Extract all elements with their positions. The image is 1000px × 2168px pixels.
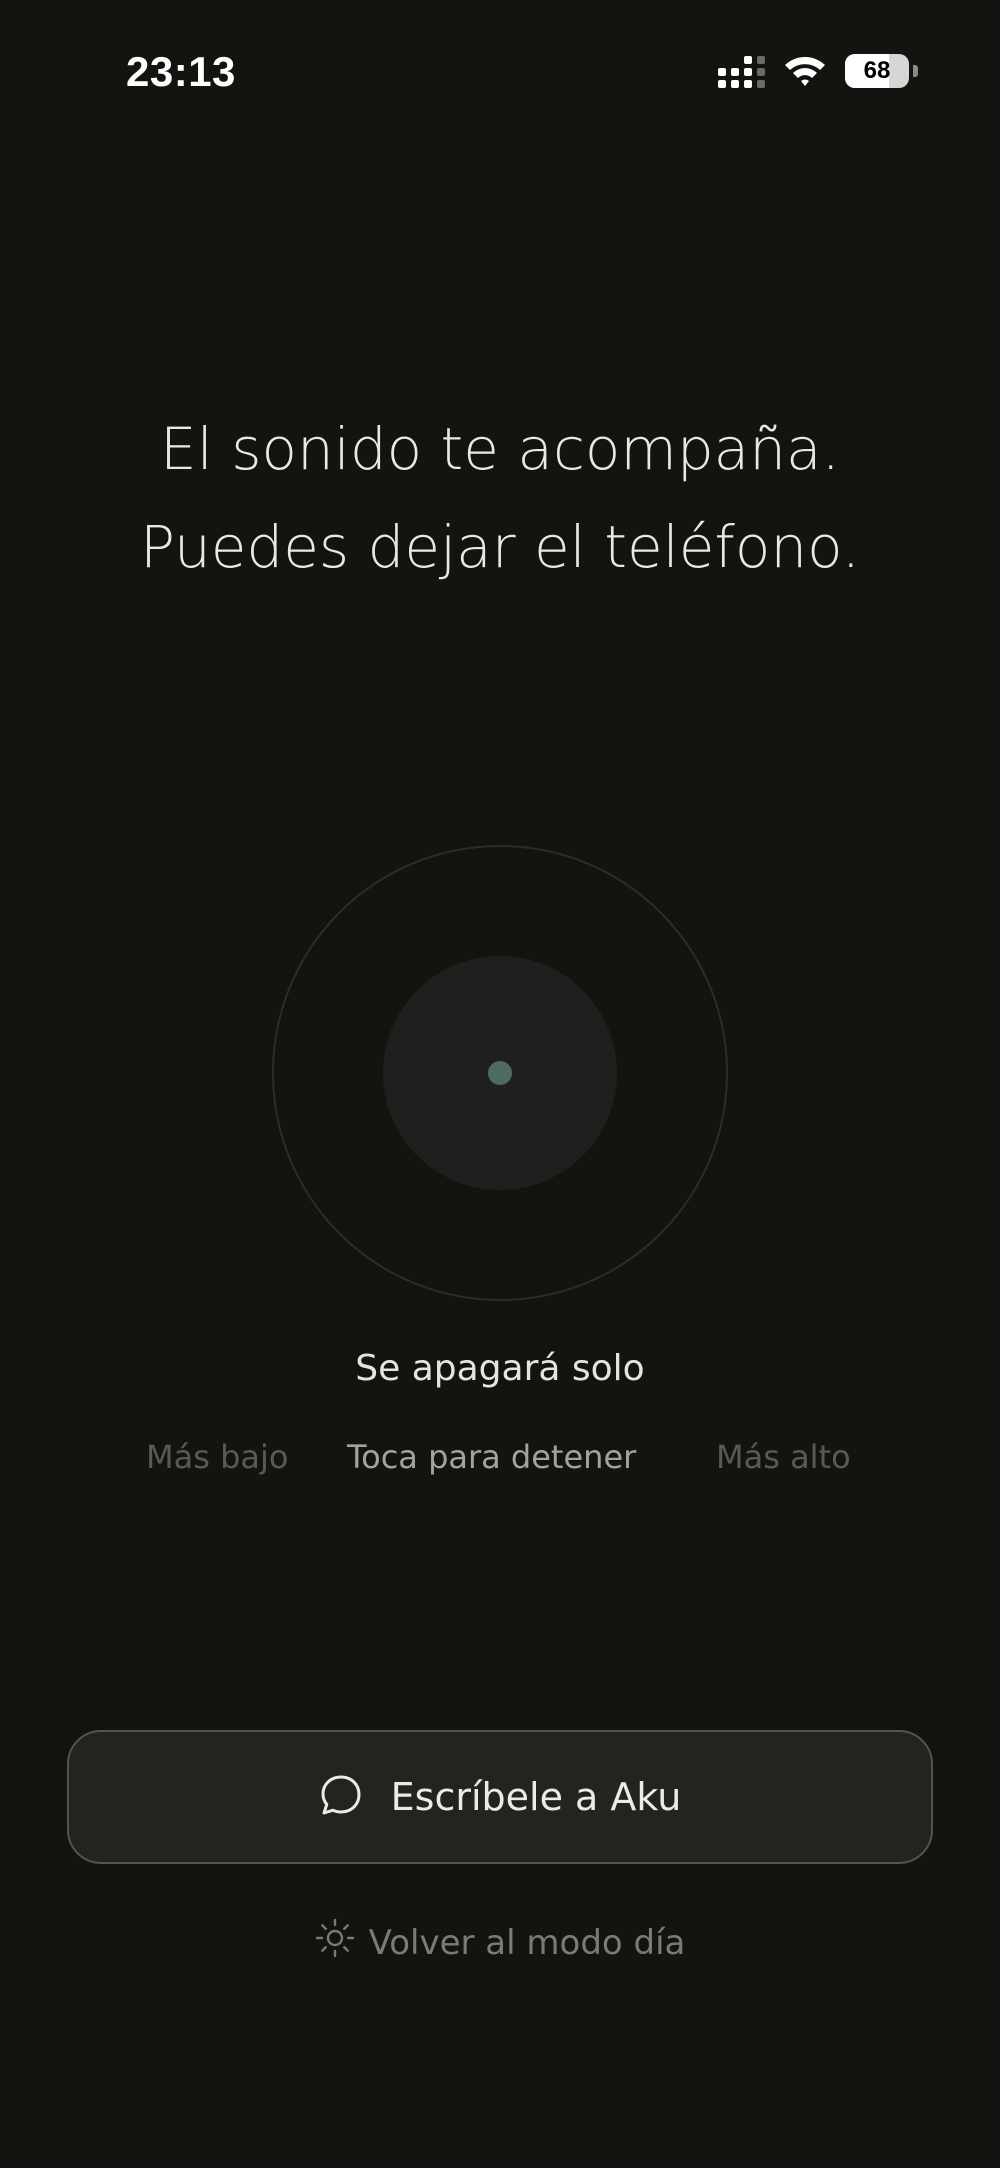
stop-button[interactable]: Toca para detener [347, 1438, 636, 1476]
battery-level: 68 [863, 57, 891, 84]
chat-bubble-icon [319, 1773, 363, 1821]
status-time: 23:13 [126, 48, 236, 95]
cellular-signal-icon [718, 54, 765, 88]
sound-orb-icon [488, 1061, 512, 1085]
battery-icon: 68 [845, 54, 909, 88]
write-to-aku-label: Escríbele a Aku [390, 1775, 682, 1819]
status-indicators: 68 [718, 54, 918, 88]
message-line-2: Puedes dejar el teléfono. [139, 513, 860, 581]
sun-icon [315, 1918, 355, 1967]
battery-nub [913, 65, 918, 77]
day-mode-label: Volver al modo día [368, 1922, 686, 1963]
message: El sonido te acompaña. Puedes dejar el t… [0, 400, 1000, 596]
day-mode-link[interactable]: Volver al modo día [0, 1918, 1000, 1967]
volume-up-button[interactable]: Más alto [716, 1438, 851, 1476]
wifi-icon [783, 54, 827, 88]
write-to-aku-button[interactable]: Escríbele a Aku [67, 1730, 933, 1864]
auto-off-label: Se apagará solo [355, 1348, 645, 1389]
message-line-1: El sonido te acompaña. [160, 415, 840, 483]
volume-down-button[interactable]: Más bajo [146, 1438, 288, 1476]
